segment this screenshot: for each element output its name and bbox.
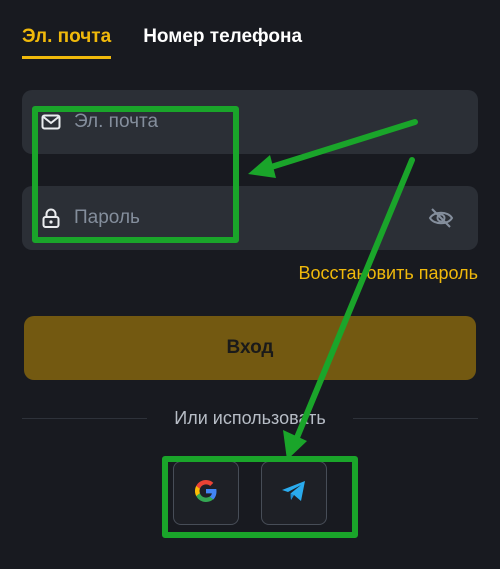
lock-icon: [40, 207, 62, 229]
telegram-login-button[interactable]: [261, 461, 327, 525]
login-method-tabs: Эл. почта Номер телефона: [22, 26, 302, 59]
annotation-arrows: [248, 119, 418, 460]
arrowhead-social: [283, 430, 307, 460]
telegram-icon: [280, 478, 308, 509]
alternate-divider: Или использовать: [22, 408, 478, 430]
tab-phone[interactable]: Номер телефона: [143, 26, 302, 59]
tab-email[interactable]: Эл. почта: [22, 26, 112, 59]
arrowhead-fields: [248, 155, 276, 178]
mail-icon: [40, 111, 62, 133]
email-field[interactable]: [22, 90, 478, 154]
eye-off-icon[interactable]: [428, 206, 454, 230]
password-field[interactable]: [22, 186, 478, 250]
forgot-password-link[interactable]: Восстановить пароль: [298, 263, 478, 284]
login-button[interactable]: Вход: [24, 316, 476, 380]
alternate-label: Или использовать: [174, 408, 326, 428]
password-input[interactable]: [72, 206, 406, 230]
email-input[interactable]: [72, 110, 406, 134]
google-icon: [192, 477, 220, 510]
google-login-button[interactable]: [173, 461, 239, 525]
